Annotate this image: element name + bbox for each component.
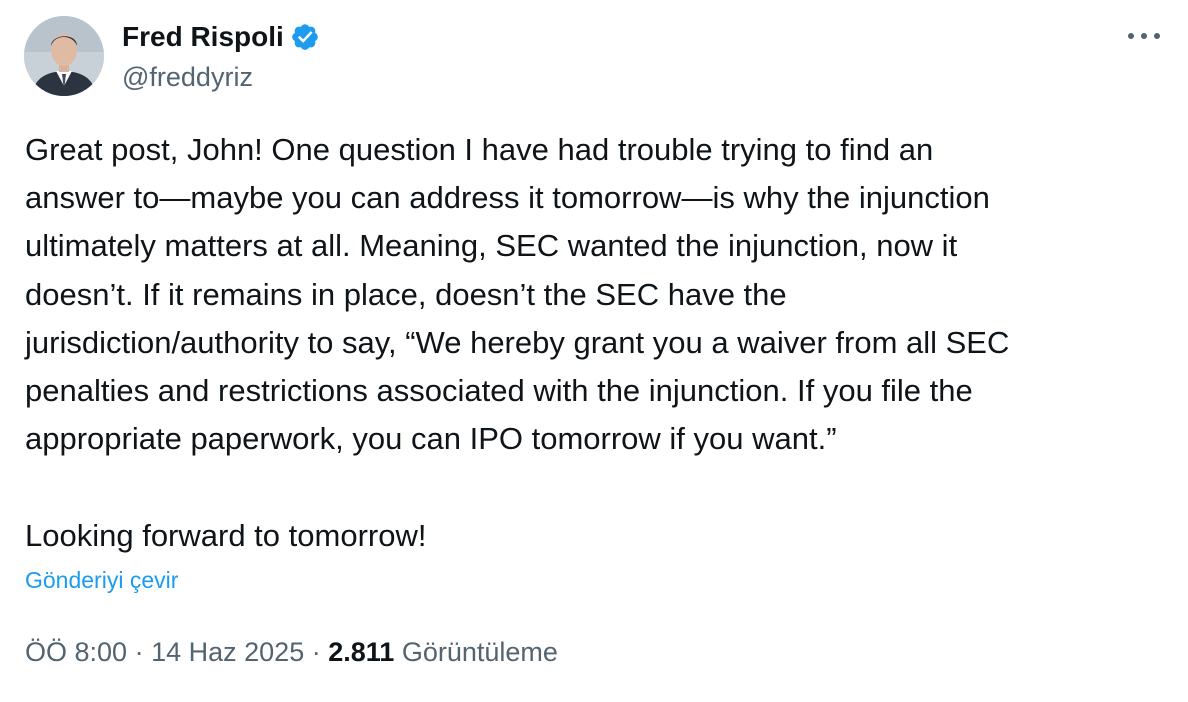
tweet-meta: ÖÖ 8:00 · 14 Haz 2025 · 2.811 Görüntülem…: [25, 634, 558, 670]
tweet-text: Great post, John! One question I have ha…: [25, 126, 1165, 560]
tweet-text-line: answer to—maybe you can address it tomor…: [25, 180, 990, 216]
tweet-text-line: appropriate paperwork, you can IPO tomor…: [25, 421, 837, 457]
more-horizontal-icon: [1128, 33, 1160, 39]
tweet-text-line: jurisdiction/authority to say, “We hereb…: [25, 324, 1010, 360]
avatar[interactable]: [24, 16, 104, 96]
tweet-text-line: ultimately matters at all. Meaning, SEC …: [25, 228, 958, 264]
meta-separator: ·: [311, 637, 321, 667]
avatar-image: [24, 16, 104, 96]
tweet-card: Fred Rispoli @freddyriz Great post, John…: [0, 0, 1188, 702]
tweet-text-line: penalties and restrictions associated wi…: [25, 373, 973, 409]
author-handle[interactable]: @freddyriz: [122, 60, 253, 94]
views-label[interactable]: Görüntüleme: [402, 637, 558, 667]
tweet-date[interactable]: 14 Haz 2025: [151, 637, 304, 667]
tweet-closing-line: Looking forward to tomorrow!: [25, 517, 427, 553]
author-name[interactable]: Fred Rispoli: [122, 20, 320, 54]
more-options-button[interactable]: [1124, 22, 1164, 50]
tweet-text-line: doesn’t. If it remains in place, doesn’t…: [25, 276, 787, 312]
tweet-time[interactable]: ÖÖ 8:00: [25, 637, 127, 667]
verified-badge-icon[interactable]: [290, 22, 320, 52]
tweet-text-line: Great post, John! One question I have ha…: [25, 132, 934, 167]
translate-post-link[interactable]: Gönderiyi çevir: [25, 564, 178, 596]
author-name-text[interactable]: Fred Rispoli: [122, 20, 284, 54]
meta-separator: ·: [134, 637, 144, 667]
views-count[interactable]: 2.811: [328, 637, 394, 667]
